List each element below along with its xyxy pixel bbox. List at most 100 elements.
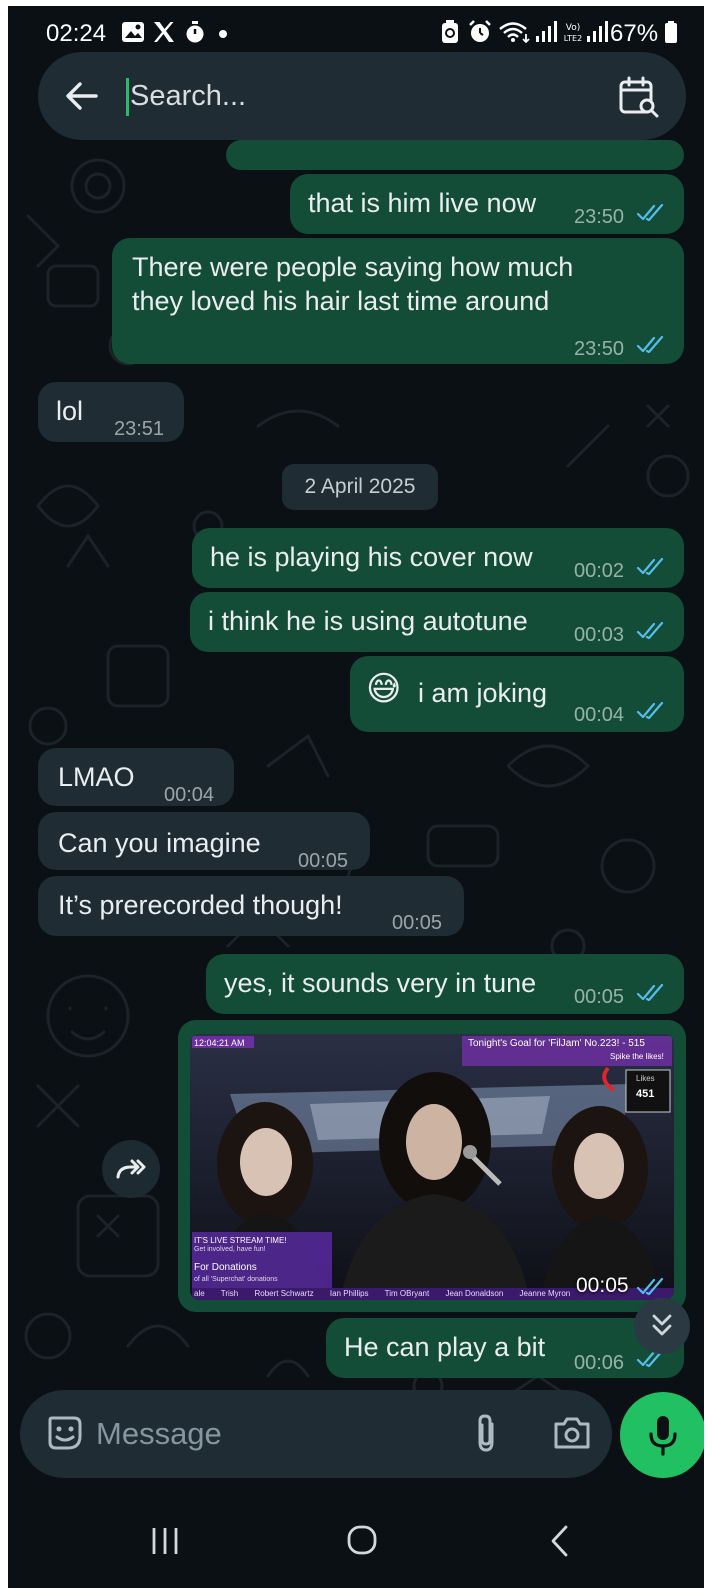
chat-screen: 02:24 Vo) LTE2 67% Search... that is him…	[8, 6, 704, 1588]
ticker-name: Jeanne Myron	[519, 1289, 571, 1298]
message-text: It’s prerecorded though!	[58, 890, 343, 920]
message-time: 00:04	[164, 784, 215, 806]
calendar-search-icon[interactable]	[618, 76, 660, 118]
message-bubble-outgoing[interactable]: he is playing his cover now 00:02	[192, 528, 684, 588]
message-bubble-outgoing[interactable]: 😅 i am joking 00:04	[350, 656, 684, 732]
message-bubble-incoming[interactable]: Can you imagine 00:05	[38, 812, 370, 872]
message-bubble-outgoing[interactable]: that is him live now 23:50	[290, 174, 684, 234]
message-text: yes, it sounds very in tune	[224, 968, 537, 998]
attach-icon[interactable]	[472, 1412, 500, 1454]
double-check-icon	[636, 1278, 664, 1296]
double-check-icon	[636, 336, 664, 354]
video-overlay-donations-sub: of all 'Superchat' donations	[194, 1276, 278, 1283]
sweat-smile-emoji: 😅	[366, 670, 402, 708]
double-check-icon	[636, 204, 664, 222]
date-separator: 2 April 2025	[282, 464, 438, 510]
message-bubble-outgoing[interactable]: There were people saying how much they l…	[112, 238, 684, 364]
x-icon	[154, 22, 174, 42]
message-bubble-outgoing[interactable]: yes, it sounds very in tune 00:05	[206, 954, 684, 1014]
video-overlay-goal: Tonight's Goal for 'FilJam' No.223! - 51…	[468, 1038, 645, 1049]
text-cursor	[126, 78, 129, 116]
message-time: 23:50	[574, 206, 625, 228]
video-overlay-clock: 12:04:21 AM	[194, 1038, 245, 1048]
alarm-icon	[469, 20, 491, 42]
message-text: he is playing his cover now	[210, 542, 533, 572]
double-check-icon	[636, 984, 664, 1002]
status-bar: 02:24 Vo) LTE2 67%	[8, 6, 704, 58]
double-check-icon	[636, 702, 664, 720]
video-frame-illustration	[190, 1034, 674, 1300]
back-nav-icon[interactable]	[548, 1524, 570, 1558]
message-text: LMAO	[58, 762, 135, 792]
back-arrow-icon[interactable]	[64, 78, 100, 114]
lte-icon: Vo) LTE2	[564, 23, 582, 43]
double-chevron-down-icon	[652, 1314, 672, 1336]
message-text-line-2: they loved his hair last time around	[132, 286, 550, 316]
search-input[interactable]	[130, 72, 530, 120]
message-input[interactable]	[96, 1412, 436, 1456]
ticker-name: Jean Donaldson	[445, 1289, 504, 1298]
gallery-icon	[122, 22, 144, 42]
microphone-icon	[649, 1416, 677, 1456]
message-time: 00:02	[574, 560, 625, 582]
video-thumbnail[interactable]: 12:04:21 AM Tonight's Goal for 'FilJam' …	[190, 1034, 674, 1300]
message-time: 00:05	[574, 986, 625, 1008]
message-bubble-incoming[interactable]: LMAO 00:04	[38, 748, 234, 806]
ticker-name: ale	[194, 1289, 205, 1298]
message-time: 00:05	[298, 850, 349, 872]
message-text: that is him live now	[308, 188, 537, 218]
timer-icon	[186, 21, 204, 43]
message-time: 00:04	[574, 704, 625, 726]
message-time: 23:51	[114, 418, 165, 440]
video-message-bubble[interactable]: 12:04:21 AM Tonight's Goal for 'FilJam' …	[178, 1020, 686, 1312]
message-time: 00:05	[392, 912, 443, 934]
forward-icon	[116, 1159, 146, 1179]
recent-apps-icon[interactable]	[148, 1526, 182, 1556]
forward-button[interactable]	[102, 1140, 160, 1198]
battery-icon	[665, 21, 677, 43]
message-text: i am joking	[418, 678, 548, 708]
message-text: i think he is using autotune	[208, 606, 528, 636]
message-text: He can play a bit	[344, 1332, 546, 1362]
status-time: 02:24	[46, 20, 107, 47]
video-overlay-stream-title: IT'S LIVE STREAM TIME!	[194, 1236, 287, 1245]
video-time: 00:05	[576, 1274, 629, 1297]
message-bubble-outgoing[interactable]: i think he is using autotune 00:03	[190, 592, 684, 652]
message-time: 00:06	[574, 1352, 625, 1374]
message-text-line-1: There were people saying how much	[132, 252, 574, 282]
search-bar	[38, 52, 686, 140]
home-icon[interactable]	[346, 1524, 378, 1556]
message-time: 00:03	[574, 624, 625, 646]
video-overlay-donations-title: For Donations	[194, 1262, 257, 1273]
ticker-name: Trish	[220, 1289, 239, 1298]
ticker-name: Robert Schwartz	[254, 1289, 314, 1298]
video-overlay-likes-label: Likes	[636, 1074, 655, 1083]
battery-percentage: 67%	[610, 20, 659, 47]
wifi-icon	[499, 22, 530, 44]
ticker-name: Tim OBryant	[384, 1289, 430, 1298]
system-navigation-bar	[8, 1496, 704, 1588]
battery-saver-icon	[442, 20, 458, 43]
scroll-to-bottom-button[interactable]	[634, 1298, 690, 1354]
ticker-name: Ian Phillips	[329, 1289, 369, 1298]
video-overlay-stream-sub: Get involved, have fun!	[194, 1246, 266, 1253]
signal-2-icon	[587, 21, 608, 42]
voice-message-button[interactable]	[620, 1392, 704, 1478]
message-text: lol	[56, 396, 84, 426]
svg-text:Vo): Vo)	[566, 23, 580, 33]
message-bubble-incoming[interactable]: It’s prerecorded though! 00:05	[38, 876, 464, 936]
video-overlay-spike: Spike the likes!	[610, 1052, 664, 1061]
signal-icon	[536, 21, 557, 42]
message-composer	[20, 1390, 612, 1478]
camera-icon[interactable]	[552, 1414, 592, 1452]
double-check-icon	[636, 558, 664, 576]
message-text: Can you imagine	[58, 828, 261, 858]
message-bubble-incoming[interactable]: lol 23:51	[38, 382, 184, 442]
message-bubble-partial[interactable]	[226, 140, 684, 170]
video-overlay-likes-count: 451	[636, 1088, 655, 1100]
double-check-icon	[636, 622, 664, 640]
message-time: 23:50	[574, 338, 625, 360]
dot-icon	[219, 30, 227, 38]
message-bubble-outgoing[interactable]: He can play a bit 00:06	[326, 1318, 684, 1378]
sticker-icon[interactable]	[46, 1414, 84, 1452]
